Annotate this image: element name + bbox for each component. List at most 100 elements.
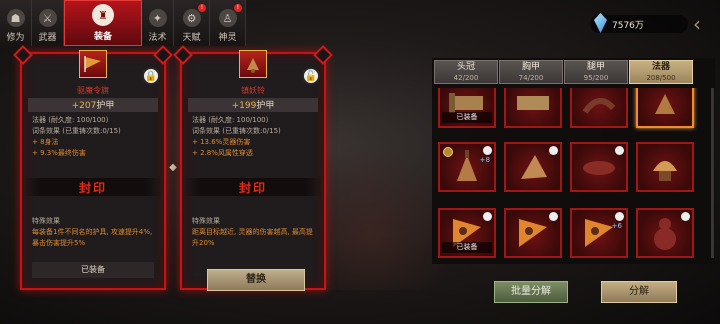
banner-icon (519, 219, 547, 247)
special-text: 每装备1件不同名的护具, 攻速提升4%, 暴击伤害提升5% (32, 228, 153, 247)
inventory-slot[interactable]: +8 (438, 142, 496, 192)
inventory-slot[interactable] (636, 208, 694, 258)
selected-item-card: 🔓 镇妖铃 +199护甲 法器 (耐久度: 100/100) 词条效果 (已重铸… (173, 45, 333, 290)
inventory-grid: 已装备 +5 +8 已装备 +6 (436, 88, 712, 264)
inventory-slot[interactable]: +5 (504, 88, 562, 128)
sword-icon: ⚔ (38, 9, 57, 27)
spell-icon: ✦ (148, 9, 167, 27)
tab-count: 74/200 (518, 74, 544, 82)
lock-icon[interactable]: 🔓 (302, 67, 320, 85)
rope-icon (582, 98, 616, 114)
tab-chest[interactable]: 胸甲 74/200 (499, 60, 563, 84)
tab-helmet[interactable]: 头冠 42/200 (434, 60, 498, 84)
item-thumbnail (79, 50, 107, 78)
gear-icon: ⚙ (182, 9, 201, 27)
armor-label: 护甲 (96, 101, 115, 111)
armor-value: +199 (231, 101, 257, 111)
tab-equipment[interactable]: ♜ 装备 (64, 0, 142, 46)
tab-talent[interactable]: ⚙ 天赋 ! (174, 0, 210, 46)
tab-label: 神灵 (218, 33, 237, 43)
inventory-slot-selected[interactable] (636, 88, 694, 128)
tab-cultivation[interactable]: ☗ 修为 (0, 0, 32, 46)
top-nav: ☗ 修为 ⚔ 武器 ♜ 装备 ✦ 法术 ⚙ 天赋 ! ♙ 神灵 ! (0, 0, 246, 46)
back-icon[interactable]: ‹ (684, 11, 710, 37)
inventory-slot[interactable] (504, 208, 562, 258)
inventory-slot[interactable]: 已装备 (438, 208, 496, 258)
batch-decompose-button[interactable]: 批量分解 (494, 281, 568, 303)
gourd-icon (654, 218, 676, 250)
inventory-slot[interactable] (570, 88, 628, 128)
rope-icon (583, 161, 615, 175)
tab-label: 装备 (93, 32, 112, 42)
level-badge: +5 (546, 88, 556, 90)
replace-button[interactable]: 替换 (207, 269, 305, 291)
lock-icon[interactable]: 🔒 (142, 67, 160, 85)
inventory-slot[interactable]: 已装备 (438, 88, 496, 128)
currency-amount: 7576万 (612, 20, 644, 31)
item-details: 法器 (耐久度: 100/100) 词条效果 (已重铸次数:0/15) + 13… (192, 115, 318, 159)
equipped-item-card: 🔒 驱魔令旗 +207护甲 法器 (耐久度: 100/100) 词条效果 (已重… (13, 45, 173, 290)
tab-count: 95/200 (583, 74, 609, 82)
scroll-icon (517, 96, 549, 110)
seal-banner: 封印 (184, 178, 322, 196)
armor-stat: +199护甲 (188, 98, 318, 112)
tab-count: 208/500 (646, 74, 676, 82)
tab-weapon[interactable]: ⚔ 武器 (32, 0, 64, 46)
special-title: 特殊效果 (32, 217, 60, 225)
equipped-label: 已装备 (442, 112, 492, 123)
seal-banner: 封印 (24, 178, 162, 196)
special-effect: 特殊效果 距离目标越近, 灵器的伤害越高, 最高提升20% (192, 216, 316, 249)
item-name: 驱魔令旗 (77, 86, 109, 95)
equipped-status: 已装备 (32, 262, 154, 278)
bonus-line: + 8身法 (32, 138, 59, 146)
notification-dot: ! (234, 4, 242, 12)
tab-label: 头冠 (456, 62, 475, 72)
tab-label: 法术 (148, 33, 167, 43)
tab-artifact[interactable]: 法器 208/500 (629, 60, 693, 84)
tab-label: 修为 (6, 33, 25, 43)
bonus-line: + 13.6%灵器伤害 (192, 138, 251, 146)
bell-icon (457, 150, 477, 181)
robe-icon: ♜ (92, 4, 114, 26)
figure-icon: ☗ (6, 9, 25, 27)
tab-label: 腿甲 (586, 62, 605, 72)
compare-arrow-icon: ◆ (169, 162, 177, 173)
inventory-slot[interactable]: +6 (570, 208, 628, 258)
tab-label: 武器 (38, 33, 57, 43)
special-title: 特殊效果 (192, 217, 220, 225)
item-details: 法器 (耐久度: 100/100) 词条效果 (已重铸次数:0/15) + 8身… (32, 115, 158, 159)
tab-label: 胸甲 (521, 62, 540, 72)
lotus-icon (653, 161, 677, 181)
tab-spell[interactable]: ✦ 法术 (142, 0, 174, 46)
bell-icon (521, 155, 547, 179)
special-text: 距离目标越近, 灵器的伤害越高, 最高提升20% (192, 228, 313, 247)
reforge-text: 词条效果 (已重铸次数:0/15) (32, 127, 121, 135)
item-name: 镇妖铃 (241, 86, 265, 95)
inventory-slot[interactable] (570, 142, 628, 192)
durability-text: 法器 (耐久度: 100/100) (32, 116, 109, 124)
tab-label: 法器 (651, 62, 670, 72)
idol-icon: ♙ (218, 9, 237, 27)
durability-text: 法器 (耐久度: 100/100) (192, 116, 269, 124)
tab-legs[interactable]: 腿甲 95/200 (564, 60, 628, 84)
bell-icon (655, 94, 675, 114)
notification-dot: ! (198, 4, 206, 12)
seal-text: 封印 (238, 180, 267, 195)
bonus-line: + 2.8%风属性穿透 (192, 149, 253, 157)
inventory-slot[interactable] (504, 142, 562, 192)
banner-icon (84, 56, 101, 72)
reforge-text: 词条效果 (已重铸次数:0/15) (192, 127, 281, 135)
armor-value: +207 (71, 101, 97, 111)
equipped-label: 已装备 (442, 242, 492, 253)
bell-icon (247, 58, 259, 73)
special-effect: 特殊效果 每装备1件不同名的护具, 攻速提升4%, 暴击伤害提升5% (32, 216, 156, 249)
scrollbar[interactable] (711, 88, 714, 258)
tab-deity[interactable]: ♙ 神灵 ! (210, 0, 246, 46)
seal-text: 封印 (78, 180, 107, 195)
banner-icon (585, 219, 613, 247)
bonus-line: + 9.3%最终伤害 (32, 149, 86, 157)
inventory-tabs: 头冠 42/200 胸甲 74/200 腿甲 95/200 法器 208/500 (434, 60, 694, 84)
tab-label: 天赋 (182, 33, 201, 43)
decompose-button[interactable]: 分解 (601, 281, 677, 303)
inventory-slot[interactable] (636, 142, 694, 192)
